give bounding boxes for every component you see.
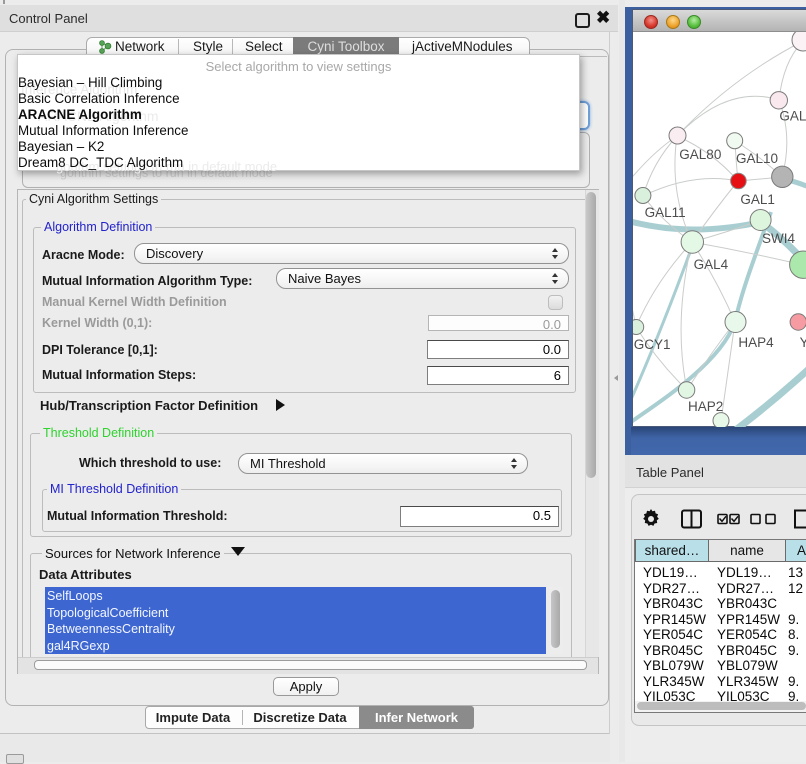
svg-text:HAP2: HAP2 — [688, 399, 723, 414]
svg-text:GAL7: GAL7 — [779, 109, 806, 124]
svg-text:GAL11: GAL11 — [645, 205, 686, 220]
svg-text:GCY1: GCY1 — [634, 337, 671, 352]
svg-text:YD: YD — [800, 335, 806, 350]
svg-text:GAL80: GAL80 — [679, 147, 721, 162]
svg-text:SWI4: SWI4 — [762, 231, 795, 246]
svg-text:GAL10: GAL10 — [736, 151, 778, 166]
svg-text:GAL1: GAL1 — [740, 192, 775, 207]
svg-text:GAL4: GAL4 — [694, 257, 729, 272]
svg-text:HAP4: HAP4 — [738, 335, 774, 350]
